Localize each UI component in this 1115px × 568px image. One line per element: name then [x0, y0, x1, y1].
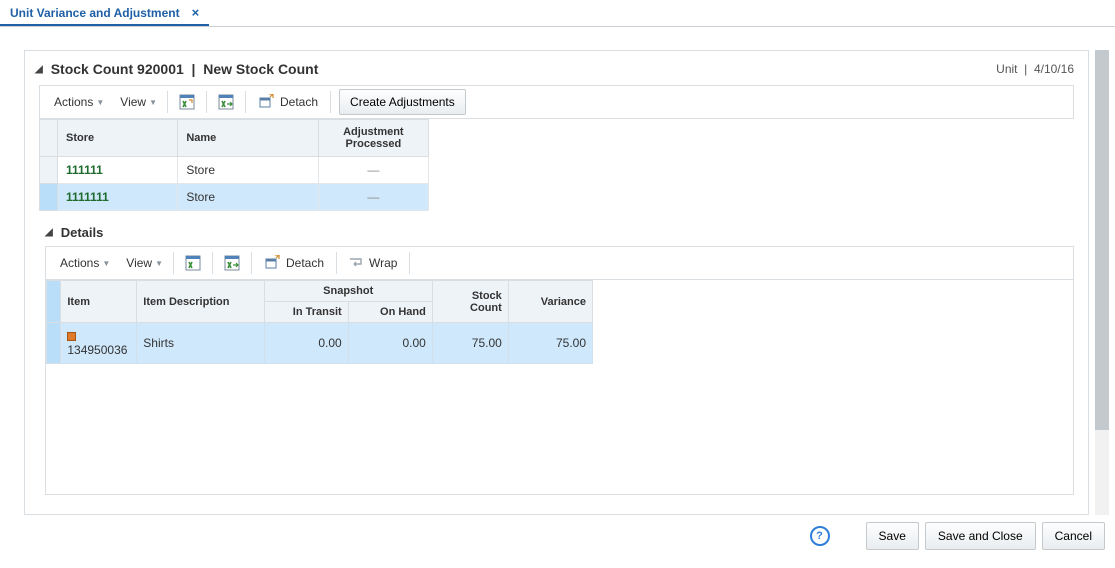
footer-actions: ? Save Save and Close Cancel [24, 522, 1109, 550]
col-on-hand[interactable]: On Hand [348, 302, 432, 323]
spreadsheet-arrow-icon [224, 255, 240, 271]
chevron-down-icon: ▼ [149, 98, 157, 107]
view-menu[interactable]: View ▼ [118, 247, 171, 279]
tab-unit-variance[interactable]: Unit Variance and Adjustment × [0, 0, 209, 26]
collapse-icon[interactable]: ◢ [45, 227, 53, 238]
table-row[interactable]: 134950036 Shirts 0.00 0.00 75.00 75.00 [47, 323, 593, 364]
col-adjustment-processed[interactable]: Adjustment Processed [318, 120, 428, 157]
main-panel: ◢ Stock Count 920001 | New Stock Count U… [24, 50, 1089, 515]
export-excel-button[interactable] [176, 247, 210, 279]
tab-bar: Unit Variance and Adjustment × [0, 0, 1115, 27]
cancel-button[interactable]: Cancel [1042, 522, 1105, 550]
spreadsheet-arrow-icon [218, 94, 234, 110]
chevron-down-icon: ▼ [102, 259, 110, 268]
close-icon[interactable]: × [192, 5, 200, 20]
details-panel: ◢ Details Actions ▼ View ▼ [45, 221, 1074, 495]
actions-menu[interactable]: Actions ▼ [46, 86, 112, 118]
save-button[interactable]: Save [866, 522, 919, 550]
detach-button[interactable]: Detach [248, 86, 328, 118]
store-link[interactable]: 1111111 [66, 190, 109, 204]
actions-menu[interactable]: Actions ▼ [52, 247, 118, 279]
wrap-button[interactable]: Wrap [339, 247, 407, 279]
scrollbar-thumb[interactable] [1095, 50, 1109, 430]
panel-meta: Unit | 4/10/16 [996, 62, 1074, 76]
stores-table: Store Name Adjustment Processed 111111 S… [39, 119, 429, 211]
export-excel-all-button[interactable] [209, 86, 243, 118]
stock-count-title: Stock Count 920001 | New Stock Count [51, 61, 319, 77]
spreadsheet-icon [179, 94, 195, 110]
detach-button[interactable]: Detach [254, 247, 334, 279]
save-and-close-button[interactable]: Save and Close [925, 522, 1036, 550]
table-row[interactable]: 111111 Store — [40, 157, 429, 184]
export-excel-all-button[interactable] [215, 247, 249, 279]
details-toolbar: Actions ▼ View ▼ Detach [46, 247, 1073, 280]
chevron-down-icon: ▼ [155, 259, 163, 268]
help-icon[interactable]: ? [810, 526, 830, 546]
panel-header: ◢ Stock Count 920001 | New Stock Count U… [25, 51, 1088, 85]
col-store[interactable]: Store [58, 120, 178, 157]
main-toolbar: Actions ▼ View ▼ Detach Create Adjustmen… [39, 85, 1074, 119]
create-adjustments-button[interactable]: Create Adjustments [339, 89, 466, 115]
col-item-desc[interactable]: Item Description [137, 281, 264, 323]
vertical-scrollbar[interactable] [1095, 50, 1109, 515]
detach-icon [264, 255, 280, 271]
colgroup-snapshot[interactable]: Snapshot [264, 281, 432, 302]
chevron-down-icon: ▼ [96, 98, 104, 107]
tab-title: Unit Variance and Adjustment [10, 6, 180, 20]
collapse-icon[interactable]: ◢ [35, 64, 43, 75]
export-excel-button[interactable] [170, 86, 204, 118]
col-name[interactable]: Name [178, 120, 318, 157]
item-marker-icon [67, 332, 76, 341]
col-item[interactable]: Item [61, 281, 137, 323]
store-link[interactable]: 111111 [66, 163, 103, 177]
table-row[interactable]: 1111111 Store — [40, 184, 429, 211]
details-table: Item Item Description Snapshot Stock Cou… [46, 280, 593, 364]
spreadsheet-icon [185, 255, 201, 271]
view-menu[interactable]: View ▼ [112, 86, 165, 118]
col-stock-count[interactable]: Stock Count [432, 281, 508, 323]
col-in-transit[interactable]: In Transit [264, 302, 348, 323]
detach-icon [258, 94, 274, 110]
details-title: Details [61, 225, 104, 240]
wrap-icon [349, 256, 363, 270]
col-variance[interactable]: Variance [508, 281, 592, 323]
